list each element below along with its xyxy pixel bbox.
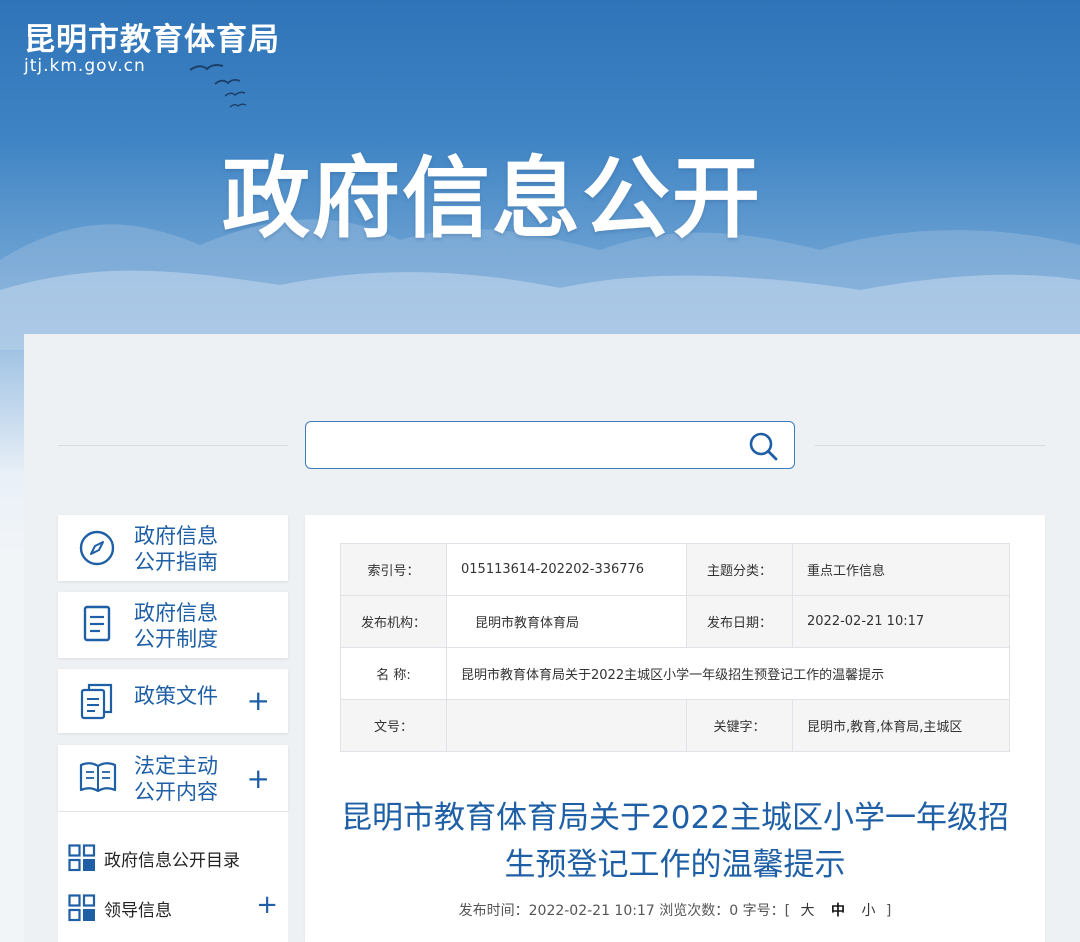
site-name[interactable]: 昆明市教育体育局 xyxy=(24,14,280,59)
nav-card-system[interactable]: 政府信息 公开制度 xyxy=(58,592,288,658)
date-label: 发布日期： xyxy=(686,595,793,648)
nav-card-label: 政策文件 xyxy=(134,684,218,708)
date-value: 2022-02-21 10:17 xyxy=(792,595,1010,648)
subnav-list: 政府信息公开目录 领导信息 + xyxy=(58,812,288,942)
views-prefix: 浏览次数： xyxy=(659,903,730,919)
nav-card-statutory[interactable]: 法定主动 公开内容 + xyxy=(58,745,288,811)
table-row: 文号： 关键字： 昆明市,教育,体育局,主城区 xyxy=(340,699,1010,752)
subnav-label: 领导信息 xyxy=(104,901,172,921)
book-icon xyxy=(79,762,117,793)
files-icon xyxy=(80,683,113,720)
fontsize-medium-button[interactable]: 中 xyxy=(831,903,845,919)
table-row: 索引号： 015113614-202202-336776 主题分类： 重点工作信… xyxy=(340,543,1010,596)
fontsize-small-button[interactable]: 小 xyxy=(861,903,875,919)
banner-title: 政府信息公开 xyxy=(222,147,763,250)
subnav-label: 政府信息公开目录 xyxy=(104,851,240,871)
article-meta: 发布时间：2022-02-21 10:17 浏览次数：0 字号：[ 大 中 小 … xyxy=(335,900,1015,920)
birds-icon xyxy=(189,64,247,108)
fontsize-prefix: 字号：[ xyxy=(742,903,791,919)
nav-card-policy[interactable]: 政策文件 + xyxy=(58,669,288,733)
nav-card-label: 法定主动 公开内容 xyxy=(134,754,218,804)
compass-icon xyxy=(79,530,115,566)
name-value: 昆明市教育体育局关于2022主城区小学一年级招生预登记工作的温馨提示 xyxy=(446,647,1010,700)
org-value: 昆明市教育体育局 xyxy=(446,595,687,648)
index-label: 索引号： xyxy=(340,543,447,596)
search-box[interactable] xyxy=(305,421,795,469)
expand-plus-icon[interactable]: + xyxy=(247,687,270,715)
index-value: 015113614-202202-336776 xyxy=(446,543,687,596)
org-label: 发布机构： xyxy=(340,595,447,648)
table-row: 名 称: 昆明市教育体育局关于2022主城区小学一年级招生预登记工作的温馨提示 xyxy=(340,647,1010,700)
publish-time-prefix: 发布时间： xyxy=(458,903,529,919)
topic-value: 重点工作信息 xyxy=(792,543,1010,596)
article-title: 昆明市教育体育局关于2022主城区小学一年级招生预登记工作的温馨提示 xyxy=(341,800,1009,883)
publish-time: 2022-02-21 10:17 xyxy=(528,903,655,919)
nav-card-label: 政府信息 公开制度 xyxy=(134,601,218,651)
name-label: 名 称: xyxy=(340,647,447,700)
expand-plus-icon[interactable]: + xyxy=(256,890,278,920)
search-icon[interactable] xyxy=(748,431,780,463)
keyword-value: 昆明市,教育,体育局,主城区 xyxy=(792,699,1010,752)
metadata-table: 索引号： 015113614-202202-336776 主题分类： 重点工作信… xyxy=(340,543,1010,752)
article-card: 索引号： 015113614-202202-336776 主题分类： 重点工作信… xyxy=(305,515,1045,942)
docno-value xyxy=(446,699,687,752)
grid-icon xyxy=(68,844,96,872)
docno-label: 文号： xyxy=(340,699,447,752)
divider-right xyxy=(815,445,1045,446)
nav-card-label: 政府信息 公开指南 xyxy=(134,524,218,574)
fontsize-suffix: ] xyxy=(885,903,892,919)
grid-icon xyxy=(68,894,96,922)
site-domain: jtj.km.gov.cn xyxy=(24,56,146,76)
nav-card-guide[interactable]: 政府信息 公开指南 xyxy=(58,515,288,581)
subnav-item-catalog[interactable]: 政府信息公开目录 xyxy=(68,842,278,872)
divider-left xyxy=(58,445,288,446)
views-count: 0 xyxy=(729,903,739,919)
topic-label: 主题分类： xyxy=(686,543,793,596)
keyword-label: 关键字： xyxy=(686,699,793,752)
subnav-item-leaders[interactable]: 领导信息 + xyxy=(68,890,278,922)
document-icon xyxy=(83,605,111,642)
table-row: 发布机构： 昆明市教育体育局 发布日期： 2022-02-21 10:17 xyxy=(340,595,1010,648)
fontsize-large-button[interactable]: 大 xyxy=(801,903,815,919)
expand-plus-icon[interactable]: + xyxy=(247,765,270,793)
search-input[interactable] xyxy=(316,430,740,462)
